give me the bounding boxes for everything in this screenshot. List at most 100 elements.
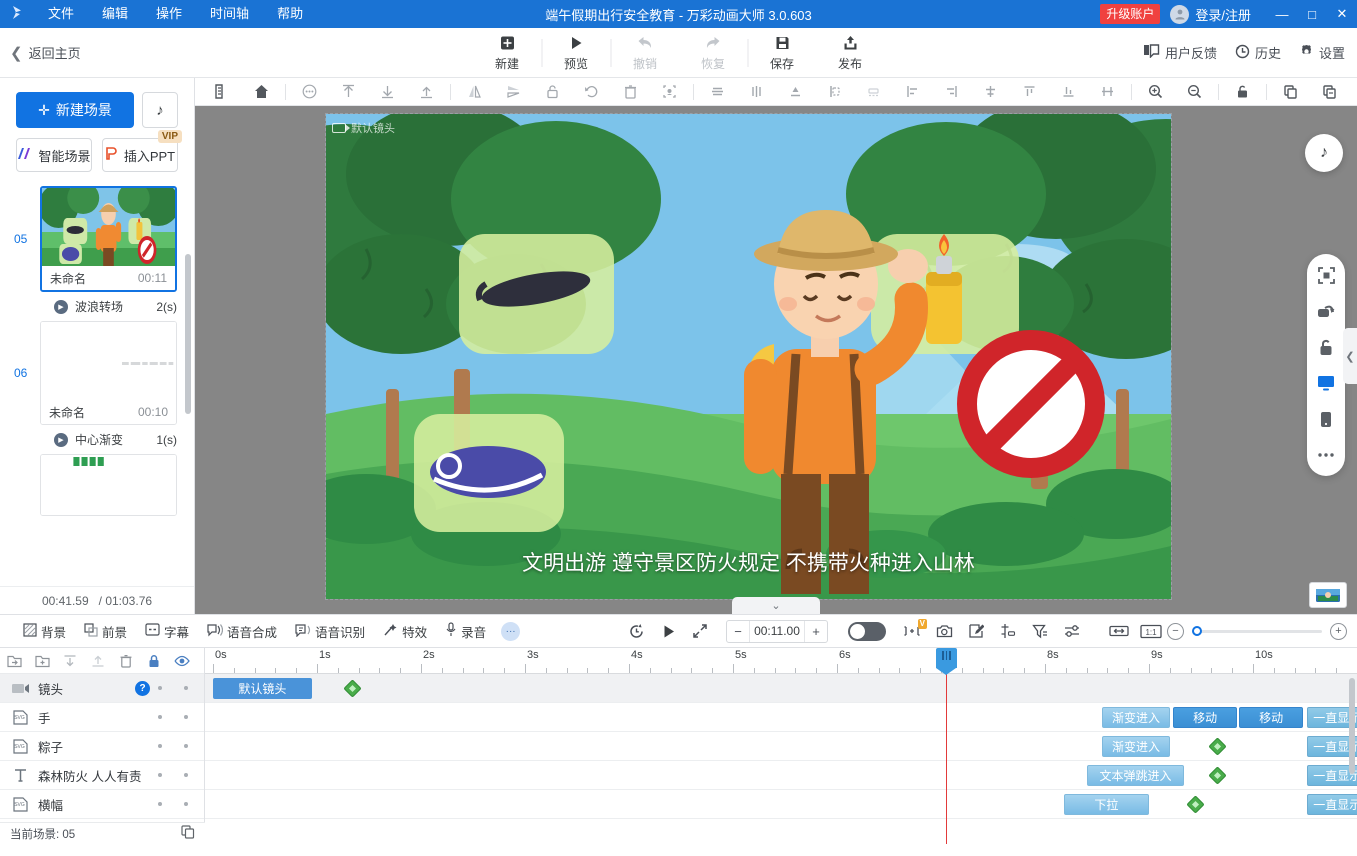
back-to-home-button[interactable]: ❮ 返回主页 xyxy=(0,43,81,62)
bring-to-front-icon[interactable] xyxy=(329,79,368,105)
trash-icon[interactable] xyxy=(611,79,650,105)
ruler-icon[interactable] xyxy=(203,79,242,105)
timeline-ruler[interactable]: 0s1s2s3s4s5s6s7s8s9s10s11s xyxy=(205,648,1357,674)
fit-width-icon[interactable] xyxy=(1103,617,1135,645)
edit-pen-icon[interactable] xyxy=(960,617,992,645)
sliders-icon[interactable] xyxy=(1056,617,1088,645)
asr-button[interactable]: 语音识别 xyxy=(286,622,374,641)
track-header-zongzi[interactable]: SVG 粽子 xyxy=(0,732,204,761)
upgrade-account-badge[interactable]: 升级账户 xyxy=(1100,4,1161,24)
scene-card[interactable]: 未命名 00:10 xyxy=(40,321,177,425)
zoom-in-button[interactable]: + xyxy=(1330,622,1347,640)
track-lock-dot[interactable] xyxy=(158,686,162,690)
menu-item-help[interactable]: 帮助 xyxy=(263,0,317,28)
minimize-button[interactable]: — xyxy=(1267,0,1297,28)
time-increment-button[interactable]: + xyxy=(805,621,827,642)
expand-arrows-icon[interactable] xyxy=(684,617,716,645)
playhead[interactable] xyxy=(936,648,958,844)
filter-icon[interactable] xyxy=(1024,617,1056,645)
fit-to-frame-icon[interactable] xyxy=(1314,264,1338,286)
redo-button[interactable]: 恢复 xyxy=(679,29,747,77)
scene-list-scrollbar[interactable] xyxy=(185,254,191,414)
add-marker-icon[interactable]: V xyxy=(896,617,928,645)
timeline-clip[interactable]: 移动 xyxy=(1239,707,1303,728)
preview-button[interactable]: 预览 xyxy=(542,29,610,77)
track-lock-dot[interactable] xyxy=(158,744,162,748)
zoom-in-icon[interactable] xyxy=(1136,79,1175,105)
menu-item-timeline[interactable]: 时间轴 xyxy=(196,0,263,28)
track-visible-dot[interactable] xyxy=(184,802,188,806)
smart-scene-button[interactable]: 智能场景 xyxy=(16,138,92,172)
duplicate-icon[interactable] xyxy=(181,825,195,842)
track-row[interactable]: 默认镜头 xyxy=(205,674,1357,703)
rotate-icon[interactable] xyxy=(572,79,611,105)
track-visible-dot[interactable] xyxy=(184,744,188,748)
subtitle-button[interactable]: 字幕 xyxy=(136,622,198,641)
move-down-icon[interactable] xyxy=(56,649,84,673)
distribute-top-icon[interactable] xyxy=(1010,79,1049,105)
track-row[interactable]: 文本弹跳进入 一直显示 xyxy=(205,761,1357,790)
canvas-stage[interactable]: 默认镜头 文明出游 遵守景区防火规定 不携带火种进入山林 xyxy=(325,113,1172,600)
keyframe-marker[interactable] xyxy=(1208,766,1228,785)
insert-ppt-button[interactable]: 插入PPT VIP xyxy=(102,130,182,172)
time-decrement-button[interactable]: − xyxy=(727,621,749,642)
align-top-edge-icon[interactable] xyxy=(776,79,815,105)
undo-button[interactable]: 撤销 xyxy=(611,29,679,77)
keyframe-marker[interactable] xyxy=(1208,737,1228,756)
scene-list[interactable]: 05 未命名 00:11 ▶ 波浪转场 2(s) 06 未命名 00:10 ▶ … xyxy=(0,186,194,586)
track-visible-dot[interactable] xyxy=(184,715,188,719)
preview-mode-toggle[interactable] xyxy=(848,621,886,641)
track-header-banner[interactable]: SVG 横幅 xyxy=(0,790,204,819)
scene-item[interactable]: 06 未命名 00:10 xyxy=(0,321,194,425)
timeline-clip[interactable]: 渐变进入 xyxy=(1102,736,1170,757)
canvas-dropdown-handle[interactable]: ⌄ xyxy=(732,597,820,614)
track-header-text[interactable]: 森林防火 人人有责 xyxy=(0,761,204,790)
audio-track-icon[interactable] xyxy=(992,617,1024,645)
track-lock-dot[interactable] xyxy=(158,715,162,719)
bring-forward-icon[interactable] xyxy=(407,79,446,105)
scene-item[interactable] xyxy=(0,454,194,516)
distribute-horizontal-icon[interactable] xyxy=(971,79,1010,105)
copy-icon[interactable] xyxy=(1271,79,1310,105)
tts-button[interactable]: 语音合成 xyxy=(198,622,286,641)
distribute-center-icon[interactable] xyxy=(1088,79,1127,105)
canvas-stage-wrapper[interactable]: 默认镜头 文明出游 遵守景区防火规定 不携带火种进入山林 ♪ ❮ ⌄ xyxy=(195,106,1357,614)
zoom-out-button[interactable]: − xyxy=(1167,622,1184,640)
desktop-icon[interactable] xyxy=(1314,372,1338,394)
zoom-out-icon[interactable] xyxy=(1175,79,1214,105)
move-up-icon[interactable] xyxy=(84,649,112,673)
track-visible-dot[interactable] xyxy=(184,686,188,690)
trash-icon[interactable] xyxy=(112,649,140,673)
settings-button[interactable]: 设置 xyxy=(1299,43,1345,62)
zoom-slider[interactable] xyxy=(1192,626,1322,636)
keyframe-marker[interactable] xyxy=(1185,795,1205,814)
align-center-horizontal-icon[interactable] xyxy=(698,79,737,105)
foreground-button[interactable]: 前景 xyxy=(75,622,136,641)
track-row[interactable]: 渐变进入 移动 移动 一直显示 xyxy=(205,703,1357,732)
send-to-back-icon[interactable] xyxy=(368,79,407,105)
menu-item-edit[interactable]: 编辑 xyxy=(88,0,142,28)
publish-button[interactable]: 发布 xyxy=(816,29,884,77)
time-value[interactable]: 00:11.00 xyxy=(749,620,805,642)
right-panel-collapse-handle[interactable]: ❮ xyxy=(1343,328,1357,384)
background-button[interactable]: 背景 xyxy=(14,622,75,641)
canvas-music-button[interactable]: ♪ xyxy=(1305,134,1343,172)
align-center-vertical-icon[interactable] xyxy=(737,79,776,105)
time-stepper[interactable]: − 00:11.00 + xyxy=(726,619,828,643)
track-row[interactable]: 下拉 一直显示 xyxy=(205,790,1357,819)
align-right-icon[interactable] xyxy=(932,79,971,105)
save-button[interactable]: 保存 xyxy=(748,29,816,77)
lock-icon[interactable] xyxy=(533,79,572,105)
import-file-icon[interactable] xyxy=(0,649,28,673)
scene-card[interactable] xyxy=(40,454,177,516)
track-header-camera[interactable]: 镜头 ? xyxy=(0,674,204,703)
more-options-button[interactable]: ··· xyxy=(501,621,521,641)
record-button[interactable]: 录音 xyxy=(436,622,495,641)
zoom-slider-handle[interactable] xyxy=(1192,626,1202,636)
add-folder-icon[interactable] xyxy=(28,649,56,673)
timeline-vertical-scrollbar[interactable] xyxy=(1349,678,1355,774)
unlock-icon[interactable] xyxy=(1314,336,1338,358)
subtitle-text[interactable]: 文明出游 遵守景区防火规定 不携带火种进入山林 xyxy=(326,547,1171,577)
align-left-icon[interactable] xyxy=(893,79,932,105)
user-feedback-button[interactable]: 用户反馈 xyxy=(1143,43,1217,62)
